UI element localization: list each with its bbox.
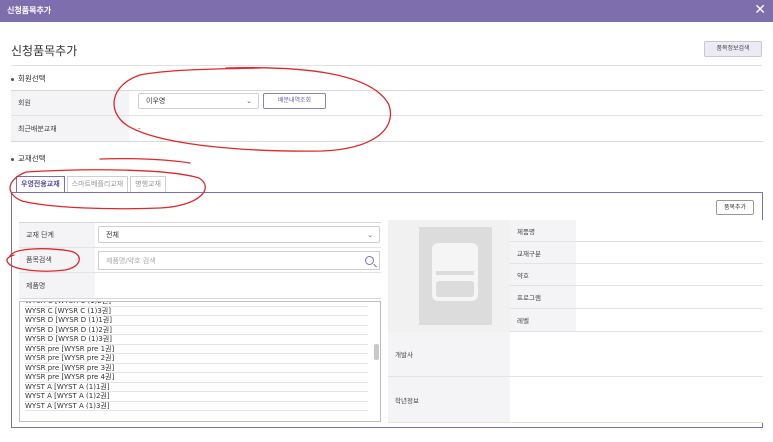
close-icon[interactable]: ✕ [754, 2, 766, 18]
list-item[interactable]: WYST A [WYST A (1)2권] [20, 392, 380, 402]
detail-material-type-value [576, 242, 763, 264]
tab-parallel[interactable]: 병행교재 [130, 176, 166, 192]
detail-product-name-label: 제품명 [510, 220, 576, 242]
chevron-down-icon: ⌄ [246, 97, 252, 105]
detail-material-type-label: 교재구분 [510, 242, 576, 264]
list-item[interactable]: WYSR D [WYSR D (1)1권] [20, 316, 380, 326]
list-item[interactable]: WYSR pre [WYSR pre 4권] [20, 373, 380, 383]
bullet-icon [11, 77, 14, 81]
product-listbox[interactable]: WYSR C [WYSR C (1)2권] WYSR C [WYSR C (1)3… [19, 301, 381, 422]
detail-level-value [576, 309, 763, 332]
member-select-value: 이우영 [146, 97, 166, 105]
detail-level-label: 레벨 [510, 309, 576, 332]
product-list: WYSR C [WYSR C (1)2권] WYSR C [WYSR C (1)3… [20, 302, 380, 412]
product-label: 제품명 [19, 273, 95, 298]
member-section-heading-text: 회원선택 [18, 74, 46, 83]
distribution-history-button[interactable]: 배분내역조회 [263, 93, 326, 109]
recent-material-row: 최근배분교재 - [11, 116, 763, 141]
member-select[interactable]: 이우영 ⌄ [138, 93, 259, 109]
detail-product-name-value [576, 220, 763, 242]
level-select[interactable]: 전체 ⌄ [98, 226, 380, 243]
list-scrollbar[interactable] [374, 344, 379, 360]
detail-abbreviation-label: 약호 [510, 264, 576, 286]
item-search-placeholder: 제품명/약호 검색 [106, 256, 156, 265]
level-label: 교재 단계 [19, 223, 95, 247]
list-item[interactable]: WYSR C [WYSR C (1)3권] [20, 307, 380, 317]
chevron-down-icon: ⌄ [367, 230, 373, 239]
list-item[interactable]: WYSR D [WYSR D (1)3권] [20, 335, 380, 345]
detail-abbreviation-value [576, 264, 763, 286]
list-item[interactable]: WYST A [WYST A (1)3권] [20, 402, 380, 412]
page-title: 신청품목추가 [11, 44, 78, 58]
recent-material-label: 최근배분교재 [11, 116, 129, 141]
detail-program-label: 프로그램 [510, 286, 576, 309]
member-form-table: 회원 최근배분교재 - [11, 90, 763, 142]
level-select-value: 전체 [106, 230, 119, 239]
item-info-search-button[interactable]: 품목정보검색 [704, 41, 762, 57]
detail-program-value [576, 286, 763, 309]
list-item[interactable]: WYSR pre [WYSR pre 1권] [20, 345, 380, 355]
list-item[interactable]: WYSR pre [WYSR pre 2권] [20, 354, 380, 364]
book-icon [432, 243, 478, 301]
bullet-icon [11, 157, 14, 161]
title-divider [11, 65, 762, 66]
detail-grade-info-label: 학년정보 [388, 377, 510, 423]
material-section-heading-text: 교재선택 [18, 154, 46, 163]
list-item[interactable]: WYSR pre [WYSR pre 3권] [20, 364, 380, 374]
modal-titlebar: 신청품목추가 ✕ [0, 0, 773, 22]
member-row: 회원 [11, 91, 763, 116]
member-label: 회원 [11, 91, 129, 115]
material-section-heading: 교재선택 [11, 153, 46, 164]
detail-grade-info-value [510, 377, 763, 423]
material-tabs: 우영전용교재 스마트베플리교재 병행교재 [16, 176, 166, 192]
modal-title: 신청품목추가 [7, 6, 52, 15]
recent-material-value: - [138, 124, 141, 133]
detail-developer-value [510, 332, 763, 377]
annotation-underline-section [99, 157, 191, 164]
search-icon[interactable] [365, 256, 374, 265]
tab-woo-young-exclusive[interactable]: 우영전용교재 [16, 176, 65, 192]
list-item[interactable]: WYSR D [WYSR D (1)2권] [20, 326, 380, 336]
detail-developer-label: 개발사 [388, 332, 510, 377]
member-section-heading: 회원선택 [11, 73, 46, 84]
tab-smart-beppli[interactable]: 스마트베플리교재 [66, 176, 129, 192]
product-row: 제품명 [19, 273, 381, 298]
add-item-button[interactable]: 품목추가 [716, 200, 754, 215]
item-search-input[interactable]: 제품명/약호 검색 [98, 251, 380, 270]
search-label: 품목검색 [19, 248, 95, 272]
list-item[interactable]: WYST A [WYST A (1)1권] [20, 383, 380, 393]
